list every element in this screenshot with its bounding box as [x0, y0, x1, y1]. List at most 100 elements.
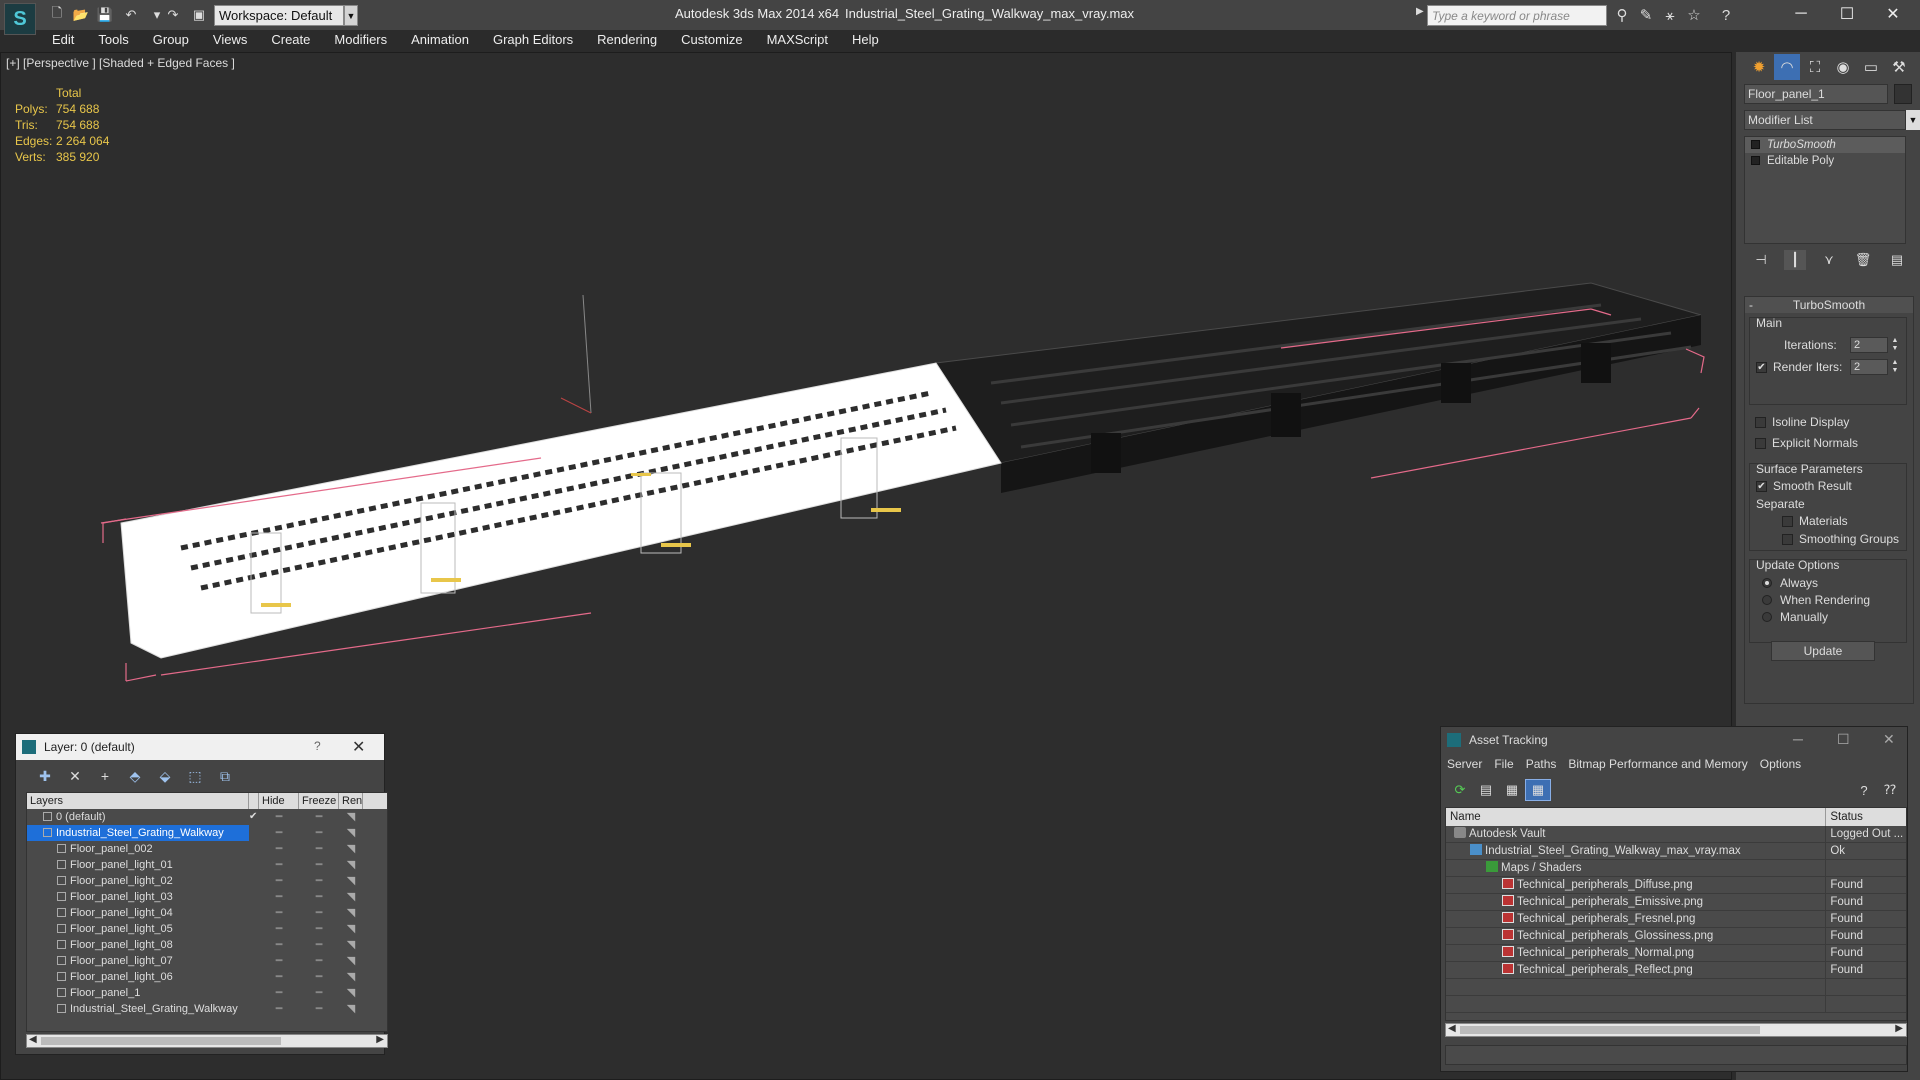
layer-name-cell[interactable]: 0 (default): [27, 809, 249, 825]
freeze-toggle-icon[interactable]: ━: [299, 953, 339, 969]
active-layer-check[interactable]: [249, 937, 259, 953]
layer-name-cell[interactable]: Floor_panel_002: [27, 841, 249, 857]
utilities-tab-icon[interactable]: ⚒: [1886, 54, 1912, 80]
layer-dialog-titlebar[interactable]: Layer: 0 (default) ? ✕: [16, 734, 384, 760]
menu-help[interactable]: Help: [840, 30, 891, 50]
freeze-toggle-icon[interactable]: ━: [299, 889, 339, 905]
scroll-left-icon[interactable]: ◀: [29, 1034, 37, 1045]
asset-name-cell[interactable]: Technical_peripherals_Emissive.png: [1446, 894, 1827, 910]
stack-item-turbosmooth[interactable]: TurboSmooth: [1745, 137, 1905, 153]
modify-tab-icon[interactable]: ◠: [1774, 54, 1800, 80]
smoothing-groups-checkbox[interactable]: Smoothing Groups: [1782, 532, 1899, 546]
asset-name-cell[interactable]: Industrial_Steel_Grating_Walkway_max_vra…: [1446, 843, 1827, 859]
column-freeze[interactable]: Freeze: [299, 793, 339, 809]
layer-name-cell[interactable]: Industrial_Steel_Grating_Walkway: [27, 1001, 249, 1017]
hide-toggle-icon[interactable]: ━: [259, 969, 299, 985]
motion-tab-icon[interactable]: ◉: [1830, 54, 1856, 80]
active-layer-check[interactable]: [249, 841, 259, 857]
turbosmooth-rollout-header[interactable]: - TurboSmooth: [1745, 297, 1913, 313]
help-icon[interactable]: ?: [1716, 5, 1736, 25]
freeze-toggle-icon[interactable]: ━: [299, 921, 339, 937]
hide-toggle-icon[interactable]: ━: [259, 985, 299, 1001]
freeze-all-layers-icon[interactable]: ⧉: [210, 766, 240, 786]
checkbox-icon[interactable]: [1755, 416, 1766, 428]
layer-horizontal-scrollbar[interactable]: ◀ ▶: [26, 1034, 388, 1048]
menu-rendering[interactable]: Rendering: [585, 30, 669, 50]
redo-icon[interactable]: ↷: [164, 6, 182, 24]
update-when-rendering-radio[interactable]: When Rendering: [1762, 593, 1870, 607]
layer-row[interactable]: Industrial_Steel_Grating_Walkway ━ ━ ◥: [27, 1001, 387, 1017]
hide-toggle-icon[interactable]: ━: [259, 1001, 299, 1017]
create-layer-icon[interactable]: ✚: [30, 766, 60, 786]
render-toggle-icon[interactable]: ◥: [339, 921, 363, 937]
asset-dialog-titlebar[interactable]: Asset Tracking ─ ☐ ✕: [1441, 727, 1907, 753]
hide-toggle-icon[interactable]: ━: [259, 905, 299, 921]
open-file-icon[interactable]: 📂: [72, 6, 90, 24]
render-toggle-icon[interactable]: ◥: [339, 969, 363, 985]
layer-row[interactable]: Floor_panel_light_04 ━ ━ ◥: [27, 905, 387, 921]
asset-name-cell[interactable]: Technical_peripherals_Normal.png: [1446, 945, 1827, 961]
asset-row[interactable]: Technical_peripherals_Normal.png Found: [1446, 945, 1906, 962]
asset-name-cell[interactable]: Technical_peripherals_Diffuse.png: [1446, 877, 1827, 893]
render-toggle-icon[interactable]: ◥: [339, 809, 363, 825]
table-view-icon[interactable]: ▦: [1525, 779, 1551, 801]
active-layer-check[interactable]: [249, 953, 259, 969]
column-hide[interactable]: Hide: [259, 793, 299, 809]
hide-toggle-icon[interactable]: ━: [259, 873, 299, 889]
hierarchy-tab-icon[interactable]: ⛶: [1802, 54, 1828, 80]
app-logo-icon[interactable]: S: [4, 3, 36, 35]
add-to-layer-icon[interactable]: +: [90, 766, 120, 786]
render-iters-checkbox[interactable]: ✔ Render Iters:: [1756, 360, 1842, 374]
menu-tools[interactable]: Tools: [86, 30, 140, 50]
binoculars-icon[interactable]: ⚲: [1612, 5, 1632, 25]
render-toggle-icon[interactable]: ◥: [339, 825, 363, 841]
menu-file[interactable]: File: [1494, 757, 1513, 771]
menu-customize[interactable]: Customize: [669, 30, 754, 50]
hide-toggle-icon[interactable]: ━: [259, 809, 299, 825]
asset-name-cell[interactable]: Technical_peripherals_Fresnel.png: [1446, 911, 1827, 927]
menu-graph-editors[interactable]: Graph Editors: [481, 30, 585, 50]
render-iters-spinner[interactable]: 2: [1850, 359, 1888, 375]
asset-row[interactable]: Technical_peripherals_Fresnel.png Found: [1446, 911, 1906, 928]
layer-row[interactable]: Floor_panel_light_01 ━ ━ ◥: [27, 857, 387, 873]
scroll-right-icon[interactable]: ▶: [376, 1034, 384, 1045]
layer-row[interactable]: Floor_panel_light_07 ━ ━ ◥: [27, 953, 387, 969]
isoline-display-checkbox[interactable]: Isoline Display: [1755, 415, 1849, 429]
asset-row[interactable]: Technical_peripherals_Reflect.png Found: [1446, 962, 1906, 979]
communication-center-icon[interactable]: ✎: [1636, 5, 1656, 25]
asset-row[interactable]: Technical_peripherals_Emissive.png Found: [1446, 894, 1906, 911]
lightbulb-icon[interactable]: [1751, 140, 1760, 149]
menu-maxscript[interactable]: MAXScript: [755, 30, 840, 50]
active-layer-check[interactable]: [249, 825, 259, 841]
create-tab-icon[interactable]: ✹: [1746, 54, 1772, 80]
select-objects-icon[interactable]: ⬘: [120, 766, 150, 786]
menu-bitmap-performance[interactable]: Bitmap Performance and Memory: [1568, 757, 1747, 771]
freeze-toggle-icon[interactable]: ━: [299, 841, 339, 857]
list-view-icon[interactable]: ▤: [1473, 779, 1499, 801]
render-toggle-icon[interactable]: ◥: [339, 905, 363, 921]
layer-name-cell[interactable]: Floor_panel_light_05: [27, 921, 249, 937]
hide-toggle-icon[interactable]: ━: [259, 937, 299, 953]
freeze-toggle-icon[interactable]: ━: [299, 873, 339, 889]
menu-edit[interactable]: Edit: [40, 30, 86, 50]
active-layer-check[interactable]: [249, 873, 259, 889]
render-toggle-icon[interactable]: ◥: [339, 841, 363, 857]
render-toggle-icon[interactable]: ◥: [339, 985, 363, 1001]
close-icon[interactable]: ✕: [1870, 0, 1916, 28]
layer-row[interactable]: Floor_panel_light_06 ━ ━ ◥: [27, 969, 387, 985]
active-layer-check[interactable]: [249, 985, 259, 1001]
asset-name-cell[interactable]: Autodesk Vault: [1446, 826, 1827, 842]
layer-name-cell[interactable]: Floor_panel_light_02: [27, 873, 249, 889]
freeze-toggle-icon[interactable]: ━: [299, 905, 339, 921]
layer-row[interactable]: 0 (default) ✔ ━ ━ ◥: [27, 809, 387, 825]
layer-name-cell[interactable]: Floor_panel_light_03: [27, 889, 249, 905]
layer-row[interactable]: Floor_panel_light_05 ━ ━ ◥: [27, 921, 387, 937]
checkbox-icon[interactable]: [1782, 533, 1793, 545]
asset-row[interactable]: Maps / Shaders: [1446, 860, 1906, 877]
minimize-icon[interactable]: ─: [1793, 731, 1803, 747]
spinner-arrows-icon[interactable]: ▲ ▼: [1890, 337, 1900, 353]
remove-modifier-icon[interactable]: 🗑: [1852, 250, 1874, 270]
make-unique-icon[interactable]: ⋎: [1818, 250, 1840, 270]
delete-layer-icon[interactable]: ✕: [60, 766, 90, 786]
freeze-toggle-icon[interactable]: ━: [299, 937, 339, 953]
